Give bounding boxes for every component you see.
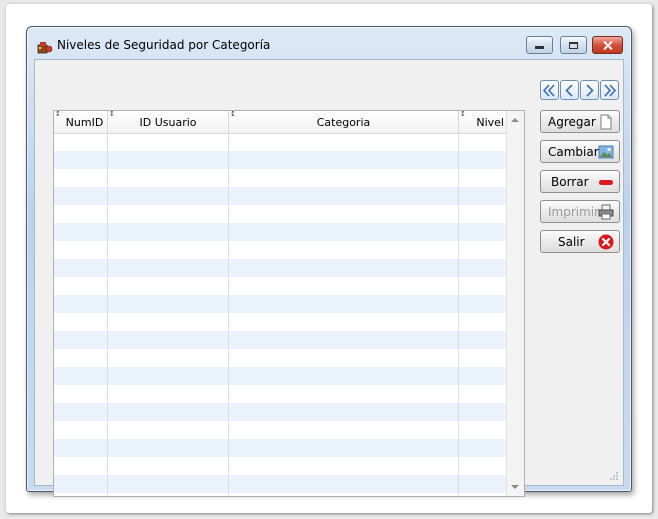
exit-button[interactable]: Salir [540,230,620,253]
print-button[interactable]: Imprimir [540,200,620,223]
close-button[interactable] [592,36,623,54]
previous-record-icon [565,84,573,97]
column-divider [458,133,459,496]
resize-grip-icon[interactable] [609,471,619,481]
column-divider [107,133,108,496]
change-button-label: Cambiar [548,145,599,159]
minus-icon [599,180,613,185]
table-row[interactable] [54,403,508,421]
table-row[interactable] [54,439,508,457]
change-button[interactable]: Cambiar [540,140,620,163]
data-grid[interactable]: ↕ NumID ↕ ID Usuario ↕ Categoria ↕ Nivel [53,110,525,497]
print-button-label: Imprimir [548,205,600,219]
previous-record-button[interactable] [560,80,579,100]
maximize-icon [569,41,578,49]
add-button[interactable]: Agregar [540,110,620,133]
printer-icon [598,204,614,220]
table-row[interactable] [54,457,508,475]
minimize-button[interactable] [526,36,553,54]
title-bar[interactable]: Niveles de Seguridad por Categoría [27,27,631,59]
column-header-id-usuario[interactable]: ↕ ID Usuario [108,111,229,133]
exit-button-label: Salir [558,235,585,249]
table-row[interactable] [54,421,508,439]
first-record-button[interactable] [540,80,559,100]
edit-image-icon [598,145,614,159]
next-record-button[interactable] [580,80,599,100]
vertical-scrollbar[interactable] [506,111,524,496]
scroll-up-icon[interactable] [511,118,519,122]
table-row[interactable] [54,169,508,187]
table-row[interactable] [54,151,508,169]
add-button-label: Agregar [548,115,596,129]
sort-icon: ↕ [460,111,466,118]
column-header-label: ID Usuario [139,116,197,129]
table-row[interactable] [54,313,508,331]
column-header-label: NumID [65,116,104,129]
sort-icon: ↕ [55,111,61,118]
table-row[interactable] [54,331,508,349]
table-row[interactable] [54,349,508,367]
last-record-button[interactable] [600,80,619,100]
new-document-icon [600,114,612,130]
table-row[interactable] [54,475,508,493]
column-header-label: Nivel [476,116,504,129]
column-header-nivel[interactable]: ↕ Nivel [459,111,508,133]
table-row[interactable] [54,367,508,385]
table-row[interactable] [54,241,508,259]
last-record-icon [604,84,617,97]
table-row[interactable] [54,295,508,313]
sort-icon: ↕ [230,111,236,118]
column-divider [228,133,229,496]
app-icon [37,39,53,54]
table-row[interactable] [54,223,508,241]
table-row[interactable] [54,385,508,403]
column-header-label: Categoria [316,116,371,129]
minimize-icon [535,46,544,49]
table-row[interactable] [54,277,508,295]
app-window: Niveles de Seguridad por Categoría ↕ Num… [26,26,632,497]
table-row[interactable] [54,259,508,277]
close-icon [602,40,613,50]
scroll-down-icon[interactable] [511,485,519,489]
next-record-icon [586,84,594,97]
maximize-button[interactable] [560,36,587,54]
table-row[interactable] [54,187,508,205]
grid-header: ↕ NumID ↕ ID Usuario ↕ Categoria ↕ Nivel [54,111,508,134]
window-title: Niveles de Seguridad por Categoría [57,38,271,52]
table-row[interactable] [54,205,508,223]
exit-icon [598,234,614,250]
sort-icon: ↕ [109,111,115,118]
column-header-categoria[interactable]: ↕ Categoria [229,111,459,133]
delete-button[interactable]: Borrar [540,170,620,193]
column-header-numid[interactable]: ↕ NumID [54,111,108,133]
grid-rows [54,133,508,496]
first-record-icon [542,84,555,97]
delete-button-label: Borrar [551,175,589,189]
table-row[interactable] [54,133,508,151]
client-area: ↕ NumID ↕ ID Usuario ↕ Categoria ↕ Nivel [34,59,624,497]
